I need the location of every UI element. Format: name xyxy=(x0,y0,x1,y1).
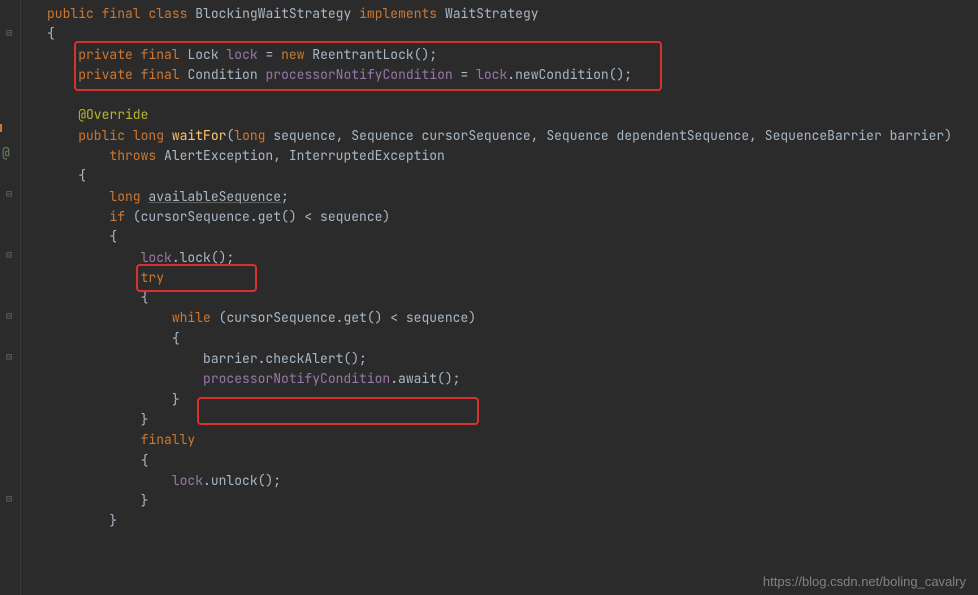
comma: , xyxy=(336,127,352,144)
brace-close: } xyxy=(172,391,180,408)
fold-icon[interactable]: ⊟ xyxy=(6,494,15,503)
ref-lock: lock xyxy=(141,249,172,266)
if-condition: (cursorSequence.get() < sequence) xyxy=(133,208,390,225)
text: = xyxy=(453,66,476,83)
watermark-text: https://blog.csdn.net/boling_cavalry xyxy=(763,574,966,589)
param-name: dependentSequence xyxy=(617,127,750,144)
method-await: await() xyxy=(398,370,453,387)
semi: ; xyxy=(359,350,367,367)
brace-open: { xyxy=(47,25,55,42)
annotation-override: @Override xyxy=(78,106,148,123)
exception-type: InterruptedException xyxy=(289,147,445,164)
keyword-final: final xyxy=(141,66,180,83)
interface-name: WaitStrategy xyxy=(445,5,539,22)
keyword-class: class xyxy=(148,5,187,22)
brace-close: } xyxy=(141,492,149,509)
exception-type: AlertException xyxy=(164,147,273,164)
ctor-reentrant: ReentrantLock() xyxy=(312,46,429,63)
call-checkalert: barrier.checkAlert() xyxy=(203,350,359,367)
keyword-implements: implements xyxy=(359,5,437,22)
brace-open: { xyxy=(172,330,180,347)
change-marker xyxy=(0,124,2,132)
param-name: sequence xyxy=(273,127,335,144)
type-condition: Condition xyxy=(187,66,257,83)
keyword-if: if xyxy=(109,208,125,225)
keyword-try: try xyxy=(141,269,164,286)
semi: ; xyxy=(429,46,437,63)
dot: . xyxy=(203,472,211,489)
fold-icon[interactable]: ⊟ xyxy=(6,189,15,198)
keyword-final: final xyxy=(102,5,141,22)
brace-open: { xyxy=(141,289,149,306)
return-type: long xyxy=(133,127,164,144)
keyword-private: private xyxy=(78,46,133,63)
semi: ; xyxy=(624,66,632,83)
dot: . xyxy=(172,249,180,266)
editor-gutter: @ ⊟ ⊟ ⊟ ⊟ ⊟ ⊟ xyxy=(0,0,21,595)
param-name: barrier xyxy=(890,127,945,144)
brace-close: } xyxy=(109,512,117,529)
brace-open: { xyxy=(78,167,86,184)
semi: ; xyxy=(273,472,281,489)
method-lock: lock() xyxy=(180,249,227,266)
keyword-public: public xyxy=(78,127,125,144)
brace-close: } xyxy=(141,411,149,428)
code-area[interactable]: public final class BlockingWaitStrategy … xyxy=(21,0,978,595)
semi: ; xyxy=(281,188,289,205)
param-type: SequenceBarrier xyxy=(765,127,882,144)
method-unlock: unlock() xyxy=(211,472,273,489)
param-type: long xyxy=(234,127,265,144)
keyword-new: new xyxy=(281,46,304,63)
field-processor-notify-condition: processorNotifyCondition xyxy=(265,66,452,83)
field-lock: lock xyxy=(226,46,257,63)
keyword-private: private xyxy=(78,66,133,83)
keyword-final: final xyxy=(141,46,180,63)
fold-icon[interactable]: ⊟ xyxy=(6,250,15,259)
method-newcondition: newCondition() xyxy=(515,66,624,83)
code-editor[interactable]: @ ⊟ ⊟ ⊟ ⊟ ⊟ ⊟ public final class Blockin… xyxy=(0,0,978,595)
dot: . xyxy=(390,370,398,387)
brace-open: { xyxy=(109,228,117,245)
keyword-long: long xyxy=(109,188,140,205)
class-name: BlockingWaitStrategy xyxy=(195,5,351,22)
fold-icon[interactable]: ⊟ xyxy=(6,28,15,37)
override-gutter-icon[interactable]: @ xyxy=(2,144,10,161)
type-lock: Lock xyxy=(187,46,218,63)
comma: , xyxy=(531,127,547,144)
param-name: cursorSequence xyxy=(422,127,531,144)
brace-open: { xyxy=(141,452,149,469)
param-type: Sequence xyxy=(351,127,413,144)
keyword-public: public xyxy=(47,5,94,22)
while-condition: (cursorSequence.get() < sequence) xyxy=(219,309,476,326)
semi: ; xyxy=(226,249,234,266)
keyword-while: while xyxy=(172,309,211,326)
method-waitfor: waitFor xyxy=(172,127,227,144)
param-type: Sequence xyxy=(546,127,608,144)
fold-icon[interactable]: ⊟ xyxy=(6,311,15,320)
dot: . xyxy=(507,66,515,83)
keyword-throws: throws xyxy=(109,147,156,164)
ref-pnc: processorNotifyCondition xyxy=(203,370,390,387)
fold-icon[interactable]: ⊟ xyxy=(6,352,15,361)
var-availablesequence: availableSequence xyxy=(148,188,281,205)
comma: , xyxy=(749,127,765,144)
comma: , xyxy=(273,147,289,164)
ref-lock: lock xyxy=(476,66,507,83)
semi: ; xyxy=(453,370,461,387)
text: = xyxy=(258,46,281,63)
ref-lock: lock xyxy=(172,472,203,489)
keyword-finally: finally xyxy=(141,431,196,448)
